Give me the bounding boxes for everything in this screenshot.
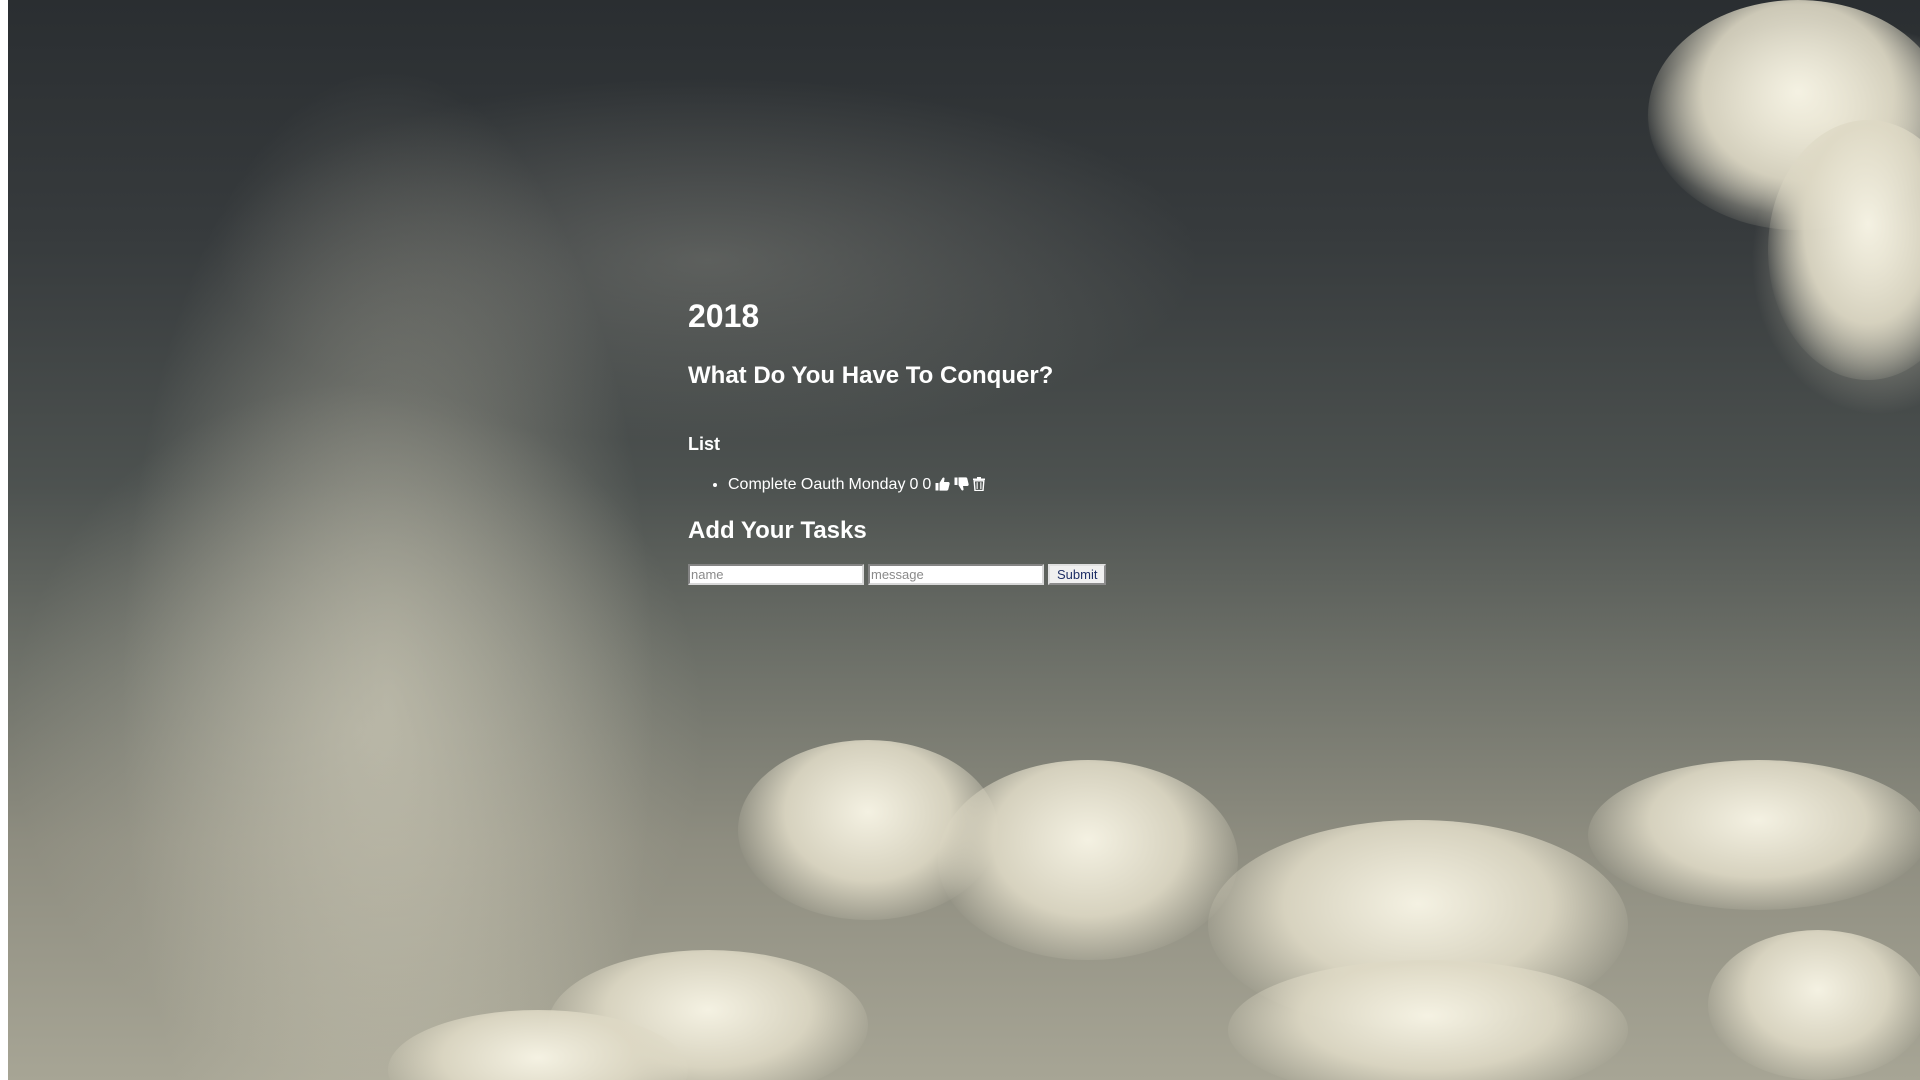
task-name: Complete Oauth — [728, 476, 845, 493]
main-content: 2018 What Do You Have To Conquer? List C… — [688, 298, 1107, 585]
add-task-form: Submit — [688, 564, 1107, 585]
task-message: Monday — [848, 476, 906, 493]
task-list: Complete OauthMonday00 — [688, 477, 1106, 495]
message-input[interactable] — [868, 564, 1044, 585]
list-item: Complete OauthMonday00 — [728, 477, 1106, 495]
submit-button[interactable]: Submit — [1048, 564, 1107, 585]
thumbs-up-count: 0 — [909, 476, 919, 493]
subtitle: What Do You Have To Conquer? — [688, 362, 1054, 389]
page-title: 2018 — [688, 298, 760, 334]
list-heading: List — [688, 434, 721, 454]
thumbs-up-icon[interactable] — [935, 477, 950, 495]
thumbs-down-count: 0 — [922, 476, 932, 493]
name-input[interactable] — [688, 564, 864, 585]
trash-icon[interactable] — [973, 477, 986, 495]
thumbs-down-icon[interactable] — [954, 477, 969, 495]
add-tasks-heading: Add Your Tasks — [688, 517, 867, 544]
